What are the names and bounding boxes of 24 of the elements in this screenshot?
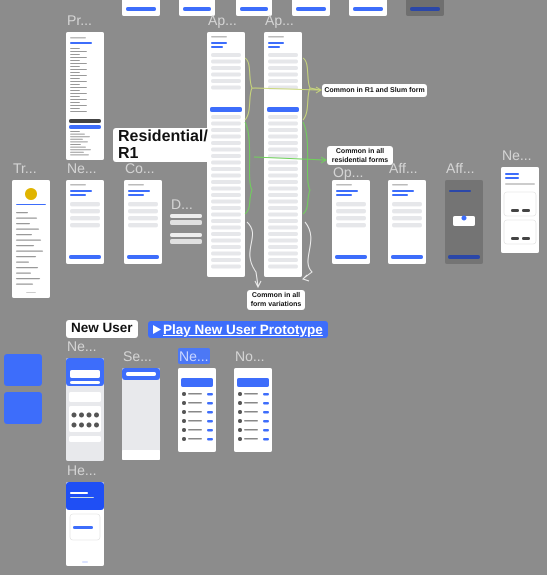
frame-label[interactable]: Op... (332, 164, 364, 180)
section-label: New User (66, 320, 138, 338)
frame-label[interactable]: Ne... (66, 338, 98, 354)
frame-label[interactable]: Se... (122, 348, 153, 364)
connector-arrow (246, 222, 262, 288)
frame-label[interactable]: Ne... (178, 348, 210, 364)
color-swatch (4, 354, 42, 386)
frame-label[interactable]: Aff... (445, 160, 476, 176)
section-label: Residential/ R1 (113, 128, 211, 162)
connector-arrow (302, 222, 312, 282)
components-drawing (170, 214, 202, 244)
frame-label[interactable]: Ap... (207, 12, 238, 28)
frame-label[interactable]: Ne... (66, 160, 98, 176)
frame-label[interactable]: Ap... (264, 12, 295, 28)
color-swatch (4, 392, 42, 424)
play-icon (153, 325, 161, 334)
frame-label[interactable]: Ne... (501, 147, 533, 163)
frame-label[interactable]: Tr... (12, 160, 38, 176)
frame-label[interactable]: D... (170, 196, 194, 212)
frame-label[interactable]: Co... (124, 160, 156, 176)
frame-label[interactable]: He... (66, 462, 98, 478)
play-prototype-button[interactable]: Play New User Prototype (148, 321, 328, 338)
frame-label[interactable]: Pr... (66, 12, 93, 28)
frame-label[interactable]: No... (234, 348, 266, 364)
